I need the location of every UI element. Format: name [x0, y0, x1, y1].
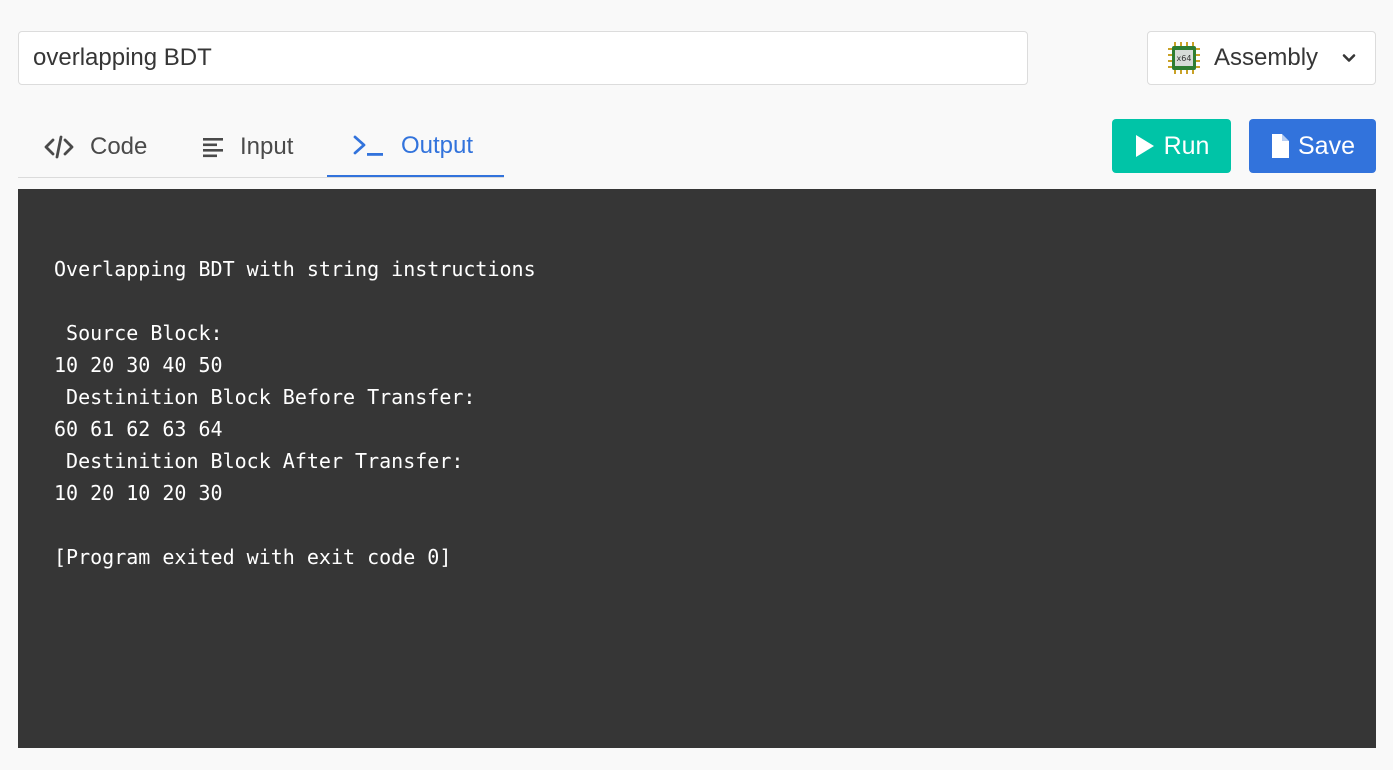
- run-button-label: Run: [1163, 131, 1210, 160]
- output-line: 60 61 62 63 64: [54, 417, 223, 441]
- chip-label: x64: [1177, 54, 1192, 63]
- file-icon: [1272, 134, 1289, 158]
- output-line: 10 20 10 20 30: [54, 481, 223, 505]
- x64-chip-icon: x64: [1168, 42, 1200, 74]
- code-icon: [44, 135, 74, 159]
- output-console: Overlapping BDT with string instructions…: [18, 189, 1376, 748]
- tab-input-label: Input: [240, 133, 294, 160]
- align-left-icon: [203, 138, 223, 158]
- output-line: Source Block:: [54, 321, 223, 345]
- output-line: [Program exited with exit code 0]: [54, 545, 452, 569]
- language-select[interactable]: x64 Assembly: [1147, 31, 1376, 85]
- chevron-down-icon: [1342, 54, 1356, 62]
- tab-bar: Code Input Output: [18, 117, 504, 178]
- output-line: 10 20 30 40 50: [54, 353, 223, 377]
- output-line: Destinition Block After Transfer:: [54, 449, 464, 473]
- save-button[interactable]: Save: [1249, 119, 1376, 173]
- tab-code[interactable]: Code: [18, 117, 172, 177]
- run-button[interactable]: Run: [1112, 119, 1231, 173]
- app-window: x64 Assembly Code Input: [0, 0, 1393, 770]
- tab-output-label: Output: [401, 132, 474, 159]
- terminal-icon: [353, 135, 383, 156]
- title-input[interactable]: [18, 31, 1028, 85]
- output-line: Overlapping BDT with string instructions: [54, 257, 536, 281]
- tab-output[interactable]: Output: [327, 117, 504, 177]
- tab-code-label: Code: [90, 133, 148, 160]
- language-label: Assembly: [1214, 44, 1319, 71]
- output-line: Destinition Block Before Transfer:: [54, 385, 476, 409]
- tab-input[interactable]: Input: [172, 117, 327, 177]
- play-icon: [1135, 135, 1154, 157]
- save-button-label: Save: [1298, 131, 1355, 160]
